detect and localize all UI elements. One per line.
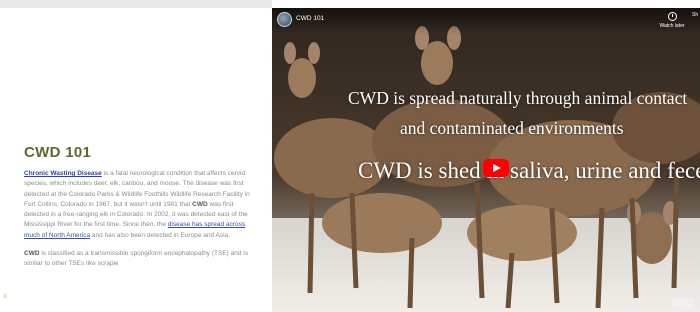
cwd-link[interactable]: Chronic Wasting Disease [24, 170, 102, 177]
caption-line-2: and contaminated environments [400, 118, 624, 138]
youtube-logo-icon[interactable] [672, 298, 694, 307]
watch-later-button[interactable]: Watch later [658, 12, 686, 29]
article-paragraph-1: Chronic Wasting Disease is a fatal neuro… [24, 169, 254, 241]
p1-bold-cwd: CWD [192, 200, 208, 208]
video-title[interactable]: CWD 101 [296, 15, 324, 22]
clock-icon [667, 12, 677, 21]
play-button[interactable] [483, 159, 509, 177]
top-bar [0, 0, 272, 8]
channel-avatar[interactable] [277, 12, 292, 27]
side-mark: ii [4, 294, 7, 300]
caption-line-1: CWD is spread naturally through animal c… [348, 88, 688, 108]
article-panel: CWD 101 Chronic Wasting Disease is a fat… [0, 0, 272, 312]
article-body: CWD 101 Chronic Wasting Disease is a fat… [24, 144, 254, 278]
p2-text: is classified as a transmissible spongif… [24, 250, 248, 268]
video-top-bar [272, 8, 700, 34]
watch-later-label: Watch later [659, 23, 685, 29]
article-paragraph-2: CWD is classified as a transmissible spo… [24, 249, 254, 270]
share-button[interactable]: Sh [692, 12, 700, 18]
p1-text-c: and has also been detected in Europe and… [90, 231, 230, 239]
video-player[interactable]: CWD 101 Watch later Sh CWD is spread nat… [272, 8, 700, 312]
article-heading: CWD 101 [24, 144, 92, 161]
p2-bold-cwd: CWD [24, 250, 40, 258]
caption-line-3: CWD is shed in saliva, urine and feces. [358, 158, 700, 183]
